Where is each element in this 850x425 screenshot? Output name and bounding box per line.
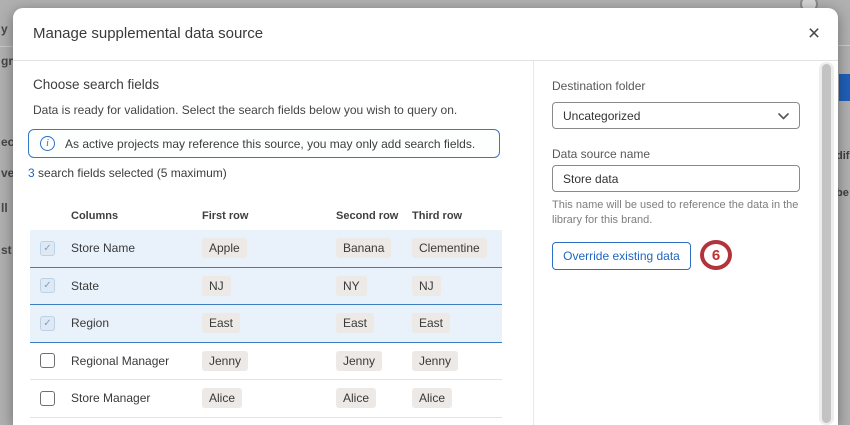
table-row: ✓ Store NameApple Banana Clementine	[30, 230, 502, 268]
sample-value-cell: Apple	[202, 238, 336, 258]
background-text-fragment: dif	[836, 150, 849, 162]
value-chip: NJ	[412, 276, 441, 296]
row-checkbox[interactable]: ✓	[40, 241, 55, 256]
scrollbar-thumb[interactable]	[822, 64, 831, 423]
value-chip: Alice	[336, 388, 376, 408]
column-header: Second row	[336, 210, 412, 222]
sample-value-cell: East	[412, 313, 502, 333]
sample-value-cell: Clementine	[412, 238, 502, 258]
field-name: State	[71, 279, 202, 293]
checkbox-cell: ✓	[30, 316, 71, 331]
sample-value-cell: Jenny	[412, 351, 502, 371]
section-description: Data is ready for validation. Select the…	[33, 103, 457, 117]
row-checkbox[interactable]: ✓	[40, 278, 55, 293]
close-icon: ×	[808, 23, 820, 44]
value-chip: Alice	[202, 388, 242, 408]
sample-value-cell: Alice	[336, 388, 412, 408]
header-divider	[13, 60, 838, 61]
background-text-fragment: st	[1, 243, 12, 257]
background-text-fragment: ll	[1, 201, 8, 215]
sample-value-cell: Alice	[202, 388, 336, 408]
sample-value-cell: Banana	[336, 238, 412, 258]
helper-text: This name will be used to reference the …	[552, 198, 810, 229]
annotation-circle: 6	[700, 240, 732, 270]
field-name: Region	[71, 316, 202, 330]
background-divider	[0, 46, 13, 47]
field-name: Regional Manager	[71, 354, 202, 368]
field-name: Store Name	[71, 241, 202, 255]
background-text-fragment: y	[1, 22, 8, 36]
fields-table: ColumnsFirst rowSecond rowThird row ✓ Sto…	[30, 201, 502, 418]
checkbox-cell: ✓	[30, 278, 71, 293]
sample-value-cell: Alice	[412, 388, 502, 408]
data-source-name-label: Data source name	[552, 147, 650, 161]
destination-folder-select[interactable]: Uncategorized	[552, 102, 800, 129]
info-alert: i As active projects may reference this …	[28, 129, 500, 158]
row-checkbox[interactable]	[40, 391, 55, 406]
value-chip: Jenny	[336, 351, 382, 371]
value-chip: East	[412, 313, 450, 333]
data-source-name-input[interactable]	[552, 165, 800, 192]
section-heading: Choose search fields	[33, 77, 159, 92]
checkbox-cell	[30, 391, 71, 406]
sample-value-cell: Jenny	[202, 351, 336, 371]
panel-divider	[533, 61, 534, 425]
sample-value-cell: Jenny	[336, 351, 412, 371]
annotation-number: 6	[712, 247, 720, 264]
selected-count: 3 search fields selected (5 maximum)	[28, 166, 227, 180]
sample-value-cell: East	[336, 313, 412, 333]
chevron-down-icon	[778, 107, 789, 125]
sample-value-cell: NY	[336, 276, 412, 296]
field-name: Store Manager	[71, 391, 202, 405]
sample-value-cell: East	[202, 313, 336, 333]
info-alert-text: As active projects may reference this so…	[65, 137, 475, 151]
table-row: ✓RegionEastEastEast	[30, 305, 502, 343]
table-row: Store ManagerAliceAliceAlice	[30, 380, 502, 418]
selected-count-text: search fields selected (5 maximum)	[35, 166, 227, 180]
table-row: Regional ManagerJennyJennyJenny	[30, 343, 502, 381]
value-chip: Jenny	[412, 351, 458, 371]
column-header: Third row	[412, 210, 502, 222]
destination-folder-value: Uncategorized	[563, 109, 640, 123]
value-chip: NY	[336, 276, 367, 296]
value-chip: East	[336, 313, 374, 333]
value-chip: Apple	[202, 238, 247, 258]
value-chip: East	[202, 313, 240, 333]
value-chip: Jenny	[202, 351, 248, 371]
checkbox-cell	[30, 353, 71, 368]
column-header: Columns	[71, 210, 202, 222]
column-header: First row	[202, 210, 336, 222]
screen: ygroectverllstdifbe Manage supplemental …	[0, 0, 850, 425]
override-existing-data-button[interactable]: Override existing data	[552, 242, 691, 270]
selected-count-number: 3	[28, 166, 35, 180]
row-checkbox[interactable]	[40, 353, 55, 368]
background-blue-button-fragment	[839, 74, 850, 101]
sample-value-cell: NJ	[202, 276, 336, 296]
value-chip: Banana	[336, 238, 391, 258]
table-row: ✓StateNJNYNJ	[30, 268, 502, 306]
manage-supplemental-data-source-dialog: Manage supplemental data source × Choose…	[13, 8, 838, 425]
info-icon: i	[40, 136, 55, 151]
background-divider	[838, 45, 850, 46]
scrollbar-track	[819, 62, 834, 425]
dialog-title: Manage supplemental data source	[33, 25, 263, 42]
sample-value-cell: NJ	[412, 276, 502, 296]
close-button[interactable]: ×	[801, 20, 827, 46]
value-chip: Clementine	[412, 238, 487, 258]
table-header-row: ColumnsFirst rowSecond rowThird row	[30, 201, 502, 230]
value-chip: Alice	[412, 388, 452, 408]
value-chip: NJ	[202, 276, 231, 296]
table-body: ✓Store NameAppleBananaClementine✓StateNJ…	[30, 230, 502, 418]
destination-folder-label: Destination folder	[552, 79, 645, 93]
row-checkbox[interactable]: ✓	[40, 316, 55, 331]
checkbox-cell: ✓	[30, 241, 71, 256]
